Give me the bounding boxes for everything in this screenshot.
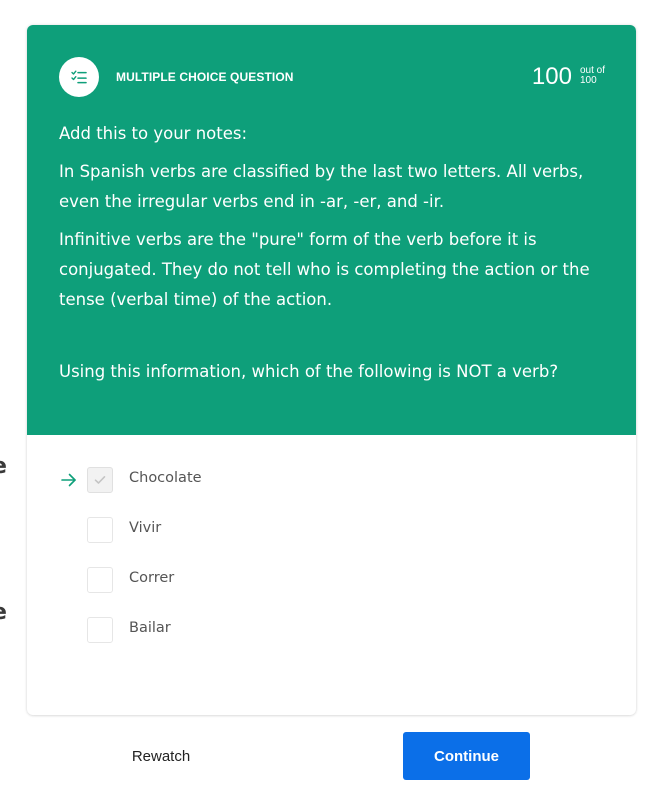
notes-paragraph: Infinitive verbs are the "pure" form of … <box>59 230 590 309</box>
answer-option-label: Bailar <box>129 620 171 636</box>
answer-option-label: Chocolate <box>129 470 202 486</box>
answer-option-label: Vivir <box>129 520 162 536</box>
score-max: out of 100 <box>580 63 605 86</box>
question-prompt: Using this information, which of the fol… <box>59 362 559 381</box>
answer-checkbox[interactable] <box>87 517 113 543</box>
answer-checkbox[interactable] <box>87 467 113 493</box>
notes-paragraph: In Spanish verbs are classified by the l… <box>59 162 584 211</box>
background-text-fragment: e <box>0 456 8 478</box>
check-icon <box>94 476 106 484</box>
page: e e MULTIPLE CHOICE QUESTION 100 out of … <box>0 0 660 791</box>
answer-option-label: Correr <box>129 570 175 586</box>
checklist-icon <box>59 57 99 97</box>
answer-options: Chocolate Vivir Correr Bailar <box>27 455 636 655</box>
notes-intro: Add this to your notes: <box>59 124 248 143</box>
answer-option[interactable]: Bailar <box>27 605 636 655</box>
question-card: MULTIPLE CHOICE QUESTION 100 out of 100 … <box>27 25 636 715</box>
arrow-right-icon <box>59 471 79 489</box>
continue-button[interactable]: Continue <box>403 732 530 780</box>
score-display: 100 out of 100 <box>532 63 605 91</box>
score-max-value: 100 <box>579 75 597 86</box>
question-header: MULTIPLE CHOICE QUESTION 100 out of 100 … <box>27 25 636 435</box>
answer-option[interactable]: Vivir <box>27 505 636 555</box>
rewatch-button[interactable]: Rewatch <box>110 732 212 780</box>
answer-option[interactable]: Correr <box>27 555 636 605</box>
question-type-label: MULTIPLE CHOICE QUESTION <box>116 70 294 84</box>
answer-checkbox[interactable] <box>87 617 113 643</box>
score-value: 100 <box>531 63 572 90</box>
question-body: Add this to your notes: In Spanish verbs… <box>59 119 607 395</box>
background-text-fragment: e <box>0 602 8 624</box>
answer-checkbox[interactable] <box>87 567 113 593</box>
answer-option[interactable]: Chocolate <box>27 455 636 505</box>
